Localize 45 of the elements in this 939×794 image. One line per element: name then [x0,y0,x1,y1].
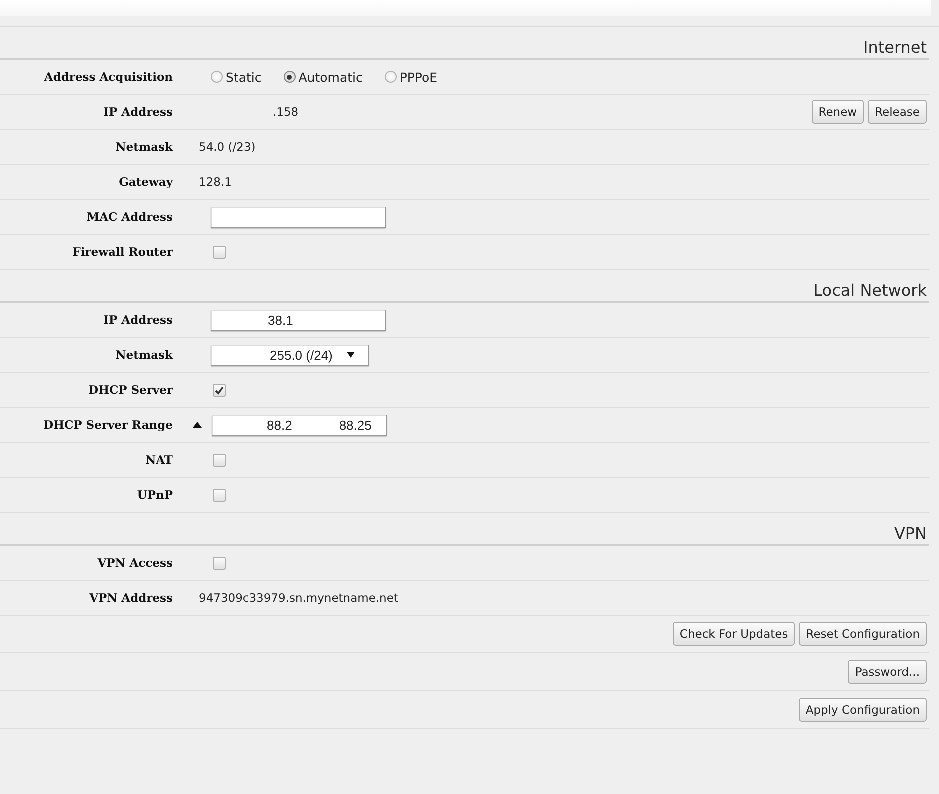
checkbox[interactable] [213,488,226,502]
input-field[interactable]: 38.1 [211,310,386,330]
field-label: Gateway [118,175,173,189]
field-label: IP Address [102,105,173,119]
field-label: Netmask [114,348,173,362]
input-field[interactable] [211,206,386,228]
radio-label[interactable]: Static [226,70,262,84]
field-label: MAC Address [86,210,173,224]
radio-button[interactable] [384,71,397,83]
field-label: DHCP Server [88,383,173,397]
checkmark-icon [215,386,224,394]
action-button[interactable]: Renew [812,100,864,124]
checkbox[interactable] [213,384,226,396]
field-label: VPN Address [88,591,173,605]
section-title: Local Network [814,281,927,300]
radio-label[interactable]: Automatic [298,70,363,84]
field-label: VPN Access [96,556,173,570]
section-title: VPN [894,524,927,543]
dropdown-arrow-icon [346,352,355,358]
action-button[interactable]: Check For Updates [672,622,796,646]
radio-label[interactable]: PPPoE [400,70,438,84]
value-text: 54.0 (/23) [199,140,256,154]
action-button[interactable]: Release [868,100,927,124]
field-label: Firewall Router [72,245,173,259]
value-text: .158 [273,105,299,119]
range-field[interactable]: 88.2 88.25 [212,414,387,436]
radio-button[interactable] [211,71,223,83]
netmask-select[interactable]: 255.0 (/24) [211,344,369,366]
field-label: DHCP Server Range [42,418,173,432]
checkbox[interactable] [213,454,226,466]
value-text: 947309c33979.sn.mynetname.net [199,591,398,605]
field-label: Netmask [114,140,173,154]
field-label: NAT [144,453,173,467]
radio-button[interactable] [284,71,296,83]
field-label: Address Acquisition [43,70,173,84]
action-button[interactable]: Reset Configuration [799,622,927,646]
value-text: 128.1 [199,175,232,189]
action-button[interactable]: Password... [848,660,927,684]
field-label: IP Address [102,313,173,327]
collapse-arrow-icon[interactable] [193,422,202,428]
field-label: UPnP [136,488,173,502]
checkbox[interactable] [213,556,226,570]
action-button[interactable]: Apply Configuration [798,698,927,722]
checkbox[interactable] [213,246,226,258]
section-title: Internet [863,38,927,57]
